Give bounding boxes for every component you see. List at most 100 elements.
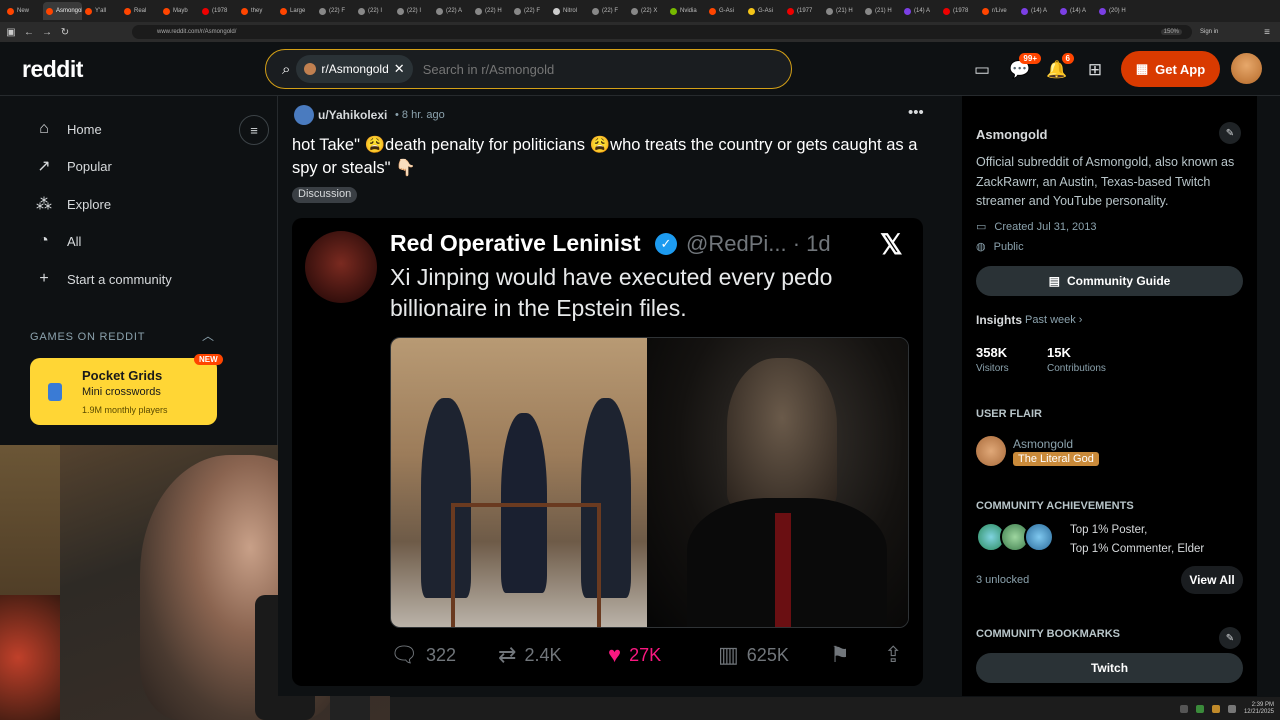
browser-tab[interactable]: G-Asi	[745, 2, 784, 20]
courtroom-photo	[391, 338, 647, 627]
browser-tab[interactable]: Y'all	[82, 2, 121, 20]
post-time: • 8 hr. ago	[395, 109, 445, 121]
chat-icon[interactable]: 💬 99+	[1009, 53, 1041, 81]
tray-icon[interactable]	[1227, 704, 1236, 713]
search-bar[interactable]: ⌕ r/Asmongold ✕	[265, 49, 792, 89]
post-flair[interactable]: Discussion	[292, 187, 358, 203]
tab-label: Nvidia	[680, 8, 697, 14]
browser-tab[interactable]: r/Live	[979, 2, 1018, 20]
close-icon[interactable]: ✕	[394, 61, 405, 77]
bell-icon[interactable]: 🔔 6	[1046, 53, 1074, 81]
browser-tab[interactable]: Real	[121, 2, 160, 20]
browser-tab[interactable]: (22) X	[628, 2, 667, 20]
collapse-sidebar-button[interactable]: ≡	[239, 115, 269, 145]
browser-tab[interactable]: they	[238, 2, 277, 20]
back-icon[interactable]: ←	[22, 25, 36, 39]
sidebar-item-popular[interactable]: ↗ Popular	[35, 154, 112, 178]
browser-tab[interactable]: (21) H	[862, 2, 901, 20]
url-field[interactable]: www.reddit.com/r/Asmongold/ 150%	[132, 25, 1192, 39]
sidebar-item-home[interactable]: ⌂ Home	[35, 117, 102, 141]
browser-tab[interactable]: (22) I	[394, 2, 433, 20]
tweet-image[interactable]	[390, 337, 909, 628]
browser-tab[interactable]: (14) A	[1018, 2, 1057, 20]
post-title[interactable]: hot Take" 😩death penalty for politicians…	[292, 134, 932, 180]
sign-in-button[interactable]: Sign in	[1200, 29, 1218, 35]
tab-label: Y'all	[95, 8, 107, 14]
bookmark-icon[interactable]: ⚑	[830, 642, 850, 668]
sidebar-item-explore[interactable]: ⁂ Explore	[35, 192, 111, 216]
like-stat[interactable]: ♥ 27K	[608, 642, 661, 668]
reddit-logo[interactable]: reddit	[22, 56, 83, 83]
tweet-embed[interactable]: Red Operative Leninist ✓ @RedPi... · 1d …	[292, 218, 923, 686]
tab-favicon-icon	[280, 7, 287, 15]
clock-date: 12/21/2025	[1243, 708, 1274, 715]
browser-tab[interactable]: G-Asi	[706, 2, 745, 20]
browser-tab[interactable]: (1977	[784, 2, 823, 20]
browser-tab[interactable]: (1978	[940, 2, 979, 20]
past-week-link[interactable]: Past week ›	[1025, 314, 1082, 326]
browser-tab[interactable]: (22) F	[589, 2, 628, 20]
community-guide-button[interactable]: ▤ Community Guide	[976, 266, 1243, 296]
browser-tab[interactable]: (22) F	[511, 2, 550, 20]
notification-badge: 6	[1061, 53, 1074, 64]
browser-tab[interactable]: (20) H	[1096, 2, 1135, 20]
browser-tab[interactable]: Large	[277, 2, 316, 20]
game-icon	[48, 383, 62, 401]
game-card[interactable]: Pocket Grids Mini crosswords 1.9M monthl…	[30, 358, 217, 425]
sidebar-item-all[interactable]: ◔ All	[35, 229, 81, 253]
share-icon[interactable]: ⇪	[884, 642, 902, 668]
author-username[interactable]: u/Yahikolexi	[318, 108, 387, 122]
browser-tab[interactable]: (14) A	[901, 2, 940, 20]
tab-favicon-icon	[982, 7, 989, 15]
clock[interactable]: 2:39 PM 12/21/2025	[1244, 702, 1274, 716]
tab-favicon-icon	[163, 7, 170, 15]
browser-tab[interactable]: (14) A	[1057, 2, 1096, 20]
edit-icon[interactable]: ✎	[1219, 122, 1241, 144]
retweet-stat[interactable]: ⇄ 2.4K	[498, 642, 561, 668]
browser-tab[interactable]: (21) H	[823, 2, 862, 20]
view-all-button[interactable]: View All	[1181, 566, 1243, 594]
zoom-level[interactable]: 150%	[1160, 29, 1182, 35]
browser-tab[interactable]: (22) H	[472, 2, 511, 20]
ad-icon[interactable]: ▭	[971, 59, 993, 81]
more-options-icon[interactable]: •••	[908, 104, 924, 121]
create-post-icon[interactable]: ⊞	[1084, 59, 1106, 81]
tray-icon[interactable]	[1211, 704, 1220, 713]
tray-icon[interactable]	[1195, 704, 1204, 713]
browser-tab[interactable]: Asmongold	[43, 2, 82, 20]
menu-icon[interactable]: ≡	[1260, 25, 1274, 39]
all-icon: ◔	[39, 232, 49, 249]
views-stat[interactable]: ▥ 625K	[718, 642, 789, 668]
achievement-badge[interactable]	[1024, 522, 1054, 552]
forward-icon[interactable]: →	[40, 25, 54, 39]
tweet-text: Xi Jinping would have executed every ped…	[390, 264, 833, 321]
sidebar-toggle-icon[interactable]: ▣	[4, 25, 18, 39]
browser-tab[interactable]: (22) I	[355, 2, 394, 20]
sidebar-item-start-a-community[interactable]: + Start a community	[35, 267, 171, 291]
search-input[interactable]	[422, 61, 723, 77]
browser-tab[interactable]: (22) F	[316, 2, 355, 20]
tray-icon[interactable]	[1179, 704, 1188, 713]
tab-favicon-icon	[514, 7, 521, 15]
author-avatar[interactable]	[294, 105, 314, 125]
bookmark-twitch-button[interactable]: Twitch	[976, 653, 1243, 683]
reply-stat[interactable]: 🗨 322	[390, 642, 456, 668]
browser-tab[interactable]: (22) A	[433, 2, 472, 20]
retweet-count: 2.4K	[524, 644, 562, 665]
subreddit-chip[interactable]: r/Asmongold ✕	[296, 55, 413, 83]
browser-tab[interactable]: Mayb	[160, 2, 199, 20]
reload-icon[interactable]: ↻	[58, 25, 72, 39]
browser-tab[interactable]: (1978	[199, 2, 238, 20]
user-avatar[interactable]	[1231, 53, 1262, 84]
chevron-up-icon[interactable]: ︿	[202, 327, 214, 344]
browser-tab[interactable]: Nvidia	[667, 2, 706, 20]
post-card[interactable]: u/Yahikolexi • 8 hr. ago ••• hot Take" 😩…	[278, 96, 938, 696]
tab-label: Asmongold	[56, 8, 82, 14]
view-count: 625K	[746, 644, 789, 665]
browser-tab[interactable]: Nitrol	[550, 2, 589, 20]
edit-icon[interactable]: ✎	[1219, 627, 1241, 649]
get-app-button[interactable]: ▦ Get App	[1121, 51, 1220, 87]
browser-tab[interactable]: New	[4, 2, 43, 20]
browser-address-bar: ▣ ← → ↻ www.reddit.com/r/Asmongold/ 150%…	[0, 22, 1280, 42]
tab-label: (21) H	[836, 8, 853, 14]
